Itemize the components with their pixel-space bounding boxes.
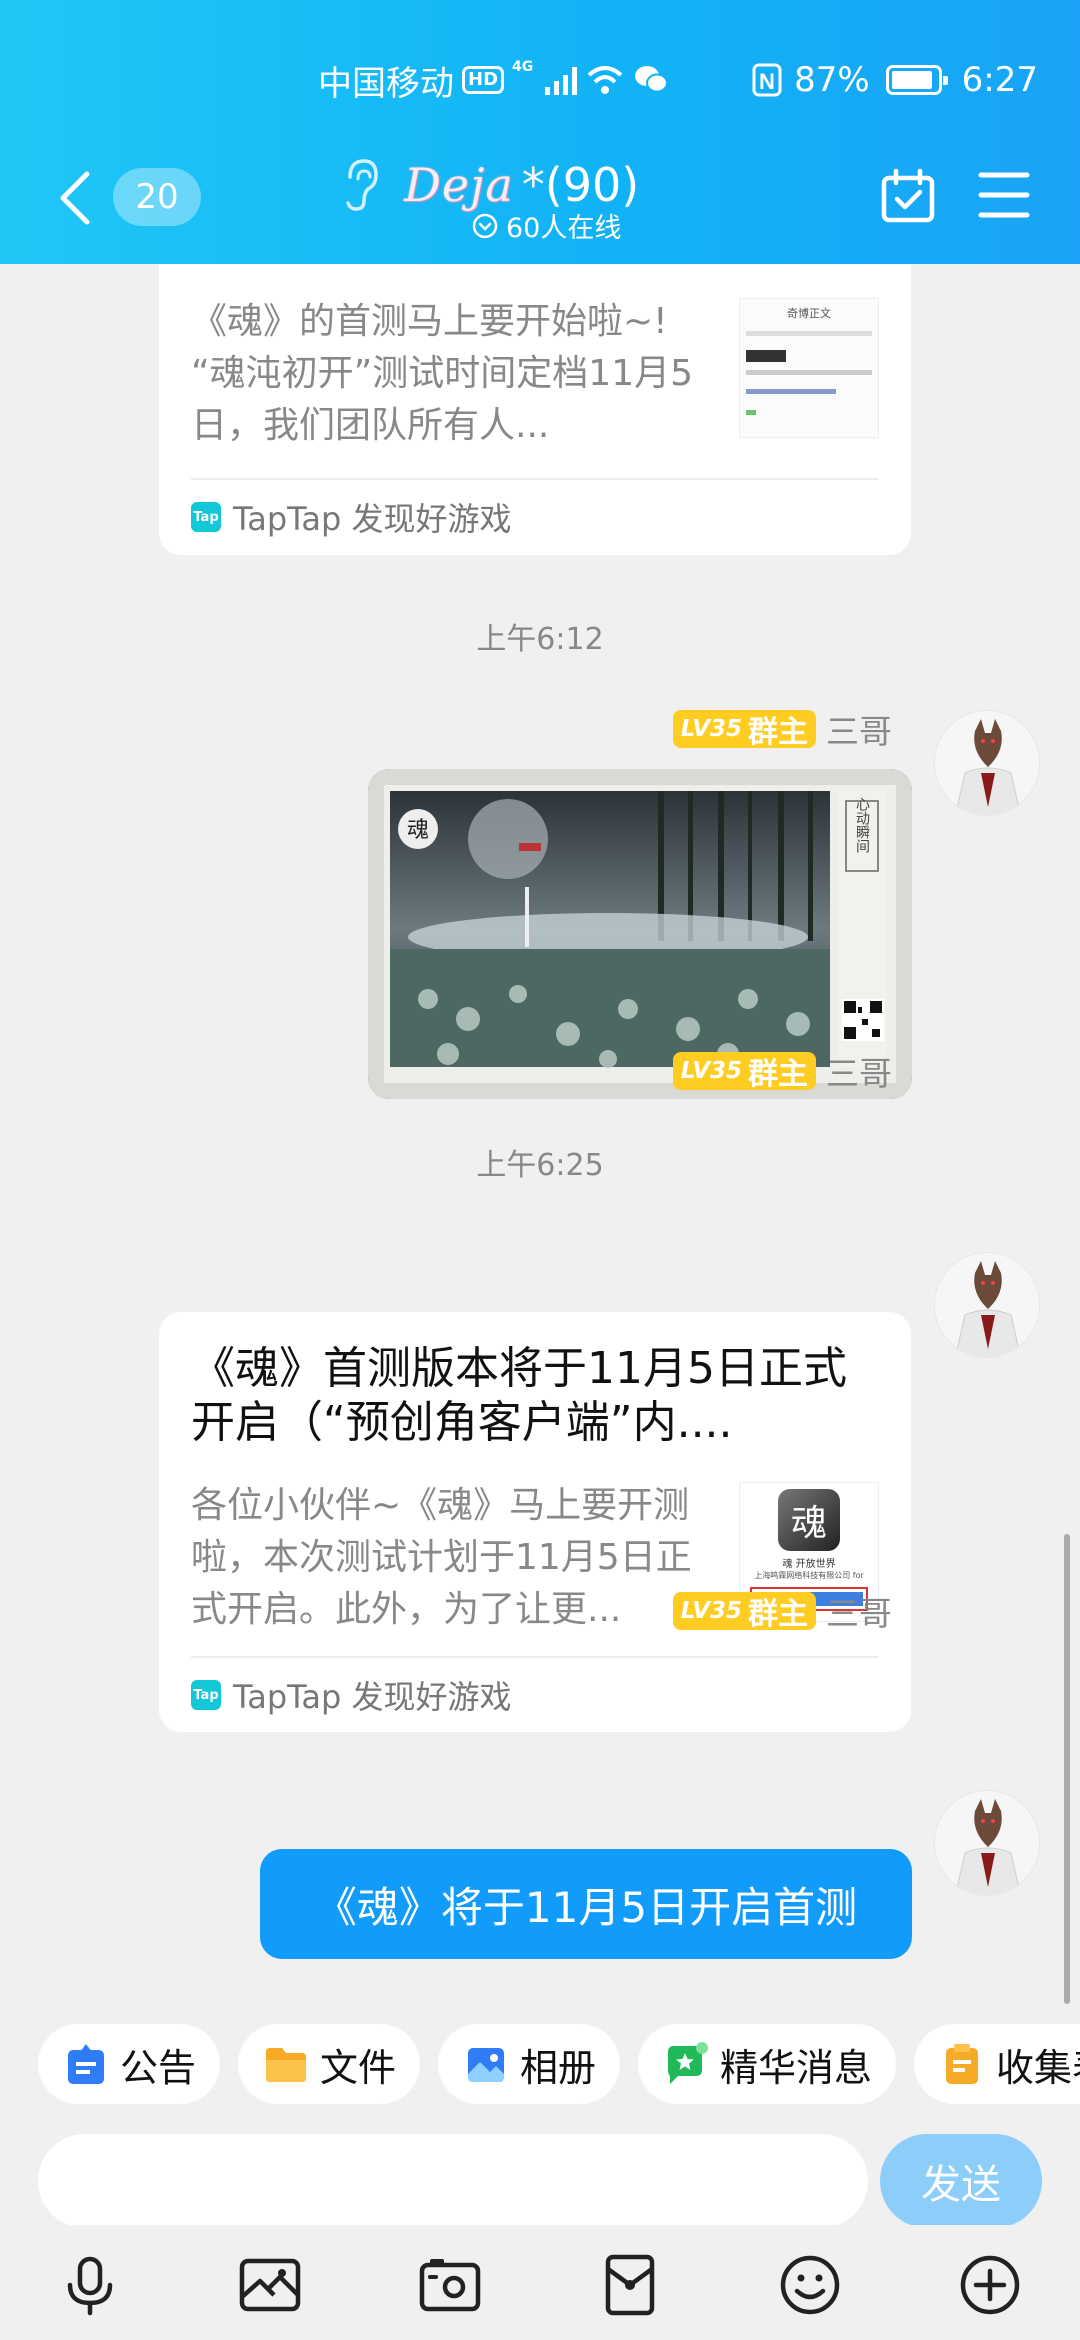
role-text: 群主 (748, 1597, 808, 1630)
chip-label: 精华消息 (720, 2045, 873, 2090)
avatar[interactable] (934, 710, 1040, 816)
share-card-desc: 《魂》的首测马上要开始啦~! “魂沌初开”测试时间定档11月5日，我们团队所有人… (191, 301, 694, 446)
signal-icon (545, 65, 578, 95)
avatar[interactable] (934, 1790, 1040, 1896)
network-type-text: 4G (512, 59, 534, 75)
hd-icon: HD (462, 66, 505, 94)
chat-header: 中国移动 HD 4G N 87% 6:27 20 Deja *(90) 60人在… (0, 0, 1080, 264)
announcement-icon (68, 2044, 104, 2084)
emoji-icon[interactable] (778, 2253, 842, 2317)
group-logo: Deja (404, 158, 514, 212)
input-toolbar (0, 2225, 1080, 2340)
thumbnail-caption: 魂 开放世界 (782, 1559, 836, 1570)
wifi-icon (587, 66, 623, 94)
sender-info: LV35 群主 三哥 (672, 1050, 892, 1093)
message-list[interactable]: 《魂》的首测马上要开始啦~! “魂沌初开”测试时间定档11月5日，我们团队所有人… (0, 264, 1080, 2008)
menu-icon[interactable] (978, 170, 1030, 220)
scrollbar[interactable] (1064, 1534, 1070, 2004)
back-arrow-icon[interactable] (55, 170, 95, 226)
level-text: LV35 (680, 716, 742, 742)
message-timestamp: 上午6:25 (476, 1148, 604, 1183)
announcement-button[interactable]: 公告 (38, 2024, 221, 2104)
status-bar-right: N 87% 6:27 (752, 50, 1038, 110)
message-timestamp: 上午6:12 (476, 622, 604, 657)
camera-icon[interactable] (418, 2253, 482, 2317)
send-button[interactable]: 发送 (880, 2134, 1042, 2228)
chip-label: 公告 (120, 2045, 197, 2090)
level-text: LV35 (680, 1598, 742, 1624)
level-text: LV35 (680, 1058, 742, 1084)
chip-label: 收集表 (996, 2045, 1080, 2090)
game-app-icon: 魂 (778, 1489, 840, 1551)
highlight-messages-button[interactable]: 精华消息 (638, 2024, 897, 2104)
collection-form-icon (946, 2044, 978, 2084)
svg-text:N: N (759, 69, 775, 94)
taptap-icon: Tap (191, 502, 221, 532)
card-divider (191, 478, 879, 480)
carrier-text: 中国移动 (318, 63, 454, 104)
thumbnail-company: 上海鸣霖网络科技有限公司 for (754, 1571, 864, 1580)
avatar-wolf-suit-icon (935, 711, 1039, 815)
avatar-wolf-suit-icon (935, 1253, 1039, 1357)
sender-name: 三哥 (826, 1594, 892, 1633)
group-shortcuts-bar: 公告 文件 相册 精华消息 收集表 (0, 2008, 1080, 2120)
share-card[interactable]: 《魂》首测版本将于11月5日正式开启（“预创角客户端”内.... 各位小伙伴~《… (159, 1312, 911, 1732)
highlight-message-icon (668, 2042, 708, 2084)
chip-label: 文件 (320, 2045, 397, 2090)
folder-icon (266, 2048, 306, 2082)
unread-count-badge[interactable]: 20 (113, 168, 201, 226)
level-badge: LV35 群主 (672, 1592, 816, 1630)
album-button[interactable]: 相册 (438, 2024, 621, 2104)
source-label: TapTap 发现好游戏 (233, 500, 512, 538)
online-count[interactable]: 60人在线 (472, 206, 621, 245)
level-badge: LV35 群主 (672, 710, 816, 748)
files-button[interactable]: 文件 (238, 2024, 421, 2104)
chevron-down-circle-icon (472, 213, 498, 238)
chip-label: 相册 (520, 2045, 597, 2090)
share-card-thumbnail: 奇博正文 (739, 298, 879, 438)
share-card[interactable]: 《魂》的首测马上要开始啦~! “魂沌初开”测试时间定档11月5日，我们团队所有人… (159, 264, 911, 555)
ear-icon (346, 159, 378, 211)
nfc-icon: N (752, 63, 782, 97)
group-name: *(90) (521, 158, 640, 212)
sender-name: 三哥 (826, 1054, 892, 1093)
battery-icon (885, 65, 948, 95)
online-count-label: 60人在线 (506, 213, 622, 244)
sender-info: LV35 群主 三哥 (672, 1590, 892, 1633)
taptap-icon: Tap (191, 1680, 221, 1710)
input-row: 发送 (0, 2120, 1080, 2228)
role-text: 群主 (748, 1057, 808, 1090)
text-message-bubble[interactable]: 《魂》将于11月5日开启首测 (260, 1849, 912, 1959)
source-label: TapTap 发现好游戏 (233, 1678, 512, 1716)
calendar-icon[interactable] (880, 168, 936, 224)
album-icon (468, 2048, 504, 2082)
thumbnail-caption: 奇博正文 (787, 307, 831, 320)
level-badge: LV35 群主 (672, 1052, 816, 1090)
card-divider (191, 1656, 879, 1658)
share-card-desc: 各位小伙伴~《魂》马上要开测啦，本次测试计划于11月5日正式开启。此外，为了让更… (191, 1485, 692, 1630)
share-card-source: Tap TapTap 发现好游戏 (191, 494, 512, 540)
share-card-source: Tap TapTap 发现好游戏 (191, 1672, 512, 1718)
message-input[interactable] (38, 2134, 868, 2228)
avatar-wolf-suit-icon (935, 1791, 1039, 1895)
gallery-icon[interactable] (238, 2253, 302, 2317)
sender-name: 三哥 (826, 712, 892, 751)
clock: 6:27 (961, 60, 1038, 100)
wechat-icon (635, 66, 669, 93)
share-card-title: 《魂》首测版本将于11月5日正式开启（“预创角客户端”内.... (191, 1343, 847, 1448)
collection-form-button[interactable]: 收集表 (914, 2024, 1080, 2104)
avatar[interactable] (934, 1252, 1040, 1358)
status-bar-left: 中国移动 HD 4G (318, 50, 669, 110)
plus-icon[interactable] (958, 2253, 1022, 2317)
sender-info: LV35 群主 三哥 (672, 708, 892, 751)
poster-side-text: 心动瞬间 (854, 797, 870, 854)
red-packet-icon[interactable] (598, 2253, 662, 2317)
role-text: 群主 (748, 715, 808, 748)
microphone-icon[interactable] (58, 2253, 122, 2317)
svg-text:魂: 魂 (407, 818, 429, 843)
battery-percent: 87% (794, 60, 870, 100)
